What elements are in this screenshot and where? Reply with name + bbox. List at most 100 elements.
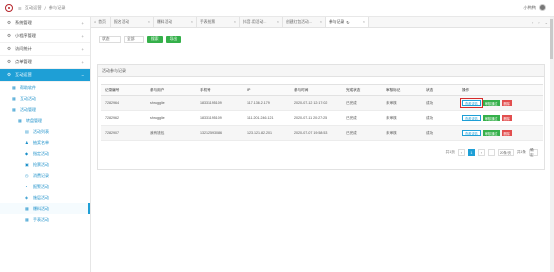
- export-button[interactable]: 导出: [165, 36, 182, 43]
- col-header: 完成状态: [342, 84, 382, 96]
- prev-page-button[interactable]: ‹: [457, 149, 465, 156]
- app-logo: [0, 0, 18, 16]
- breadcrumb-item[interactable]: 互动运营: [25, 5, 42, 11]
- col-header: 操作: [458, 84, 543, 96]
- close-icon[interactable]: ×: [277, 20, 279, 24]
- tag-icon: ◆: [25, 151, 29, 156]
- records-panel: 活动参与记录 记录编号 参与用户 手机号 IP 参与时间 完成状态 审核标记 状…: [97, 64, 545, 170]
- gear-icon: ⚙: [7, 33, 12, 38]
- total-pages: 共1页: [445, 150, 455, 154]
- approve-button[interactable]: 审核通过: [482, 100, 500, 106]
- tab-douyin[interactable]: 抖音-用活动... ×: [240, 17, 283, 27]
- home-icon: ⌂: [94, 20, 97, 24]
- sidebar-sub-manage[interactable]: ▦ 活动管理: [0, 104, 90, 115]
- top-bar: ☰ 互动运营 / 参与记录 小鸭鸭: [0, 0, 554, 17]
- panel-title: 活动参与记录: [98, 65, 544, 77]
- grid-icon: ▦: [12, 85, 16, 90]
- username: 小鸭鸭: [523, 4, 536, 10]
- sidebar-sub-draw[interactable]: ♟ 抽奖名单: [0, 137, 90, 148]
- close-icon[interactable]: ×: [234, 20, 236, 24]
- col-header: 参与用户: [146, 84, 196, 96]
- table-row: 7282962 shrugglie 18331195109 111.201.246.1…: [101, 110, 543, 126]
- go-button[interactable]: 确定: [529, 148, 538, 157]
- delete-button[interactable]: 删除: [501, 100, 512, 106]
- page-button[interactable]: 1: [467, 149, 475, 156]
- grid-icon: ▦: [25, 217, 29, 222]
- sidebar-item-miniapp[interactable]: ⚙ 小程序管理 +: [0, 30, 90, 43]
- chevron-right-icon[interactable]: ›: [538, 20, 539, 25]
- plus-icon: +: [81, 59, 84, 65]
- sidebar-sub-layer[interactable]: ◈ 施层活动: [0, 192, 90, 203]
- search-button[interactable]: 搜索: [147, 36, 163, 43]
- delete-button[interactable]: 删除: [501, 130, 512, 136]
- close-icon[interactable]: ×: [320, 20, 322, 24]
- user-icon: ♟: [25, 140, 29, 145]
- view-detail-button[interactable]: 查看详情: [460, 98, 483, 108]
- bell-icon: ◔: [25, 184, 28, 189]
- approve-button[interactable]: 审核通过: [482, 130, 500, 136]
- total-count: 共1条: [516, 150, 526, 154]
- view-detail-button[interactable]: 查看详情: [462, 130, 481, 136]
- sidebar-item-stats[interactable]: ⚙ 访问统计 +: [0, 43, 90, 56]
- list-icon: ▤: [25, 129, 29, 134]
- tab-bar: ⌂ 首页 报名活动 × 爆料活动 × 手表抢票 × 抖音-用活动... × 创建红包活动.…: [91, 17, 554, 28]
- next-page-button[interactable]: ›: [477, 149, 485, 156]
- close-icon[interactable]: ×: [148, 20, 150, 24]
- page-jump-input[interactable]: [487, 149, 495, 156]
- tab-signup[interactable]: 报名活动 ×: [111, 17, 154, 27]
- table-row: 7282907 我有钱包 13212593086 123.121.82.201 2020…: [101, 125, 543, 141]
- col-header: 审核标记: [382, 84, 422, 96]
- tab-records[interactable]: 参与记录 ↻ ×: [326, 17, 369, 27]
- sidebar-sub-reveal[interactable]: ▦ 爆料活动: [0, 203, 90, 214]
- scrollbar[interactable]: [550, 17, 554, 272]
- tab-watch[interactable]: 手表抢票 ×: [197, 17, 240, 27]
- minus-icon: −: [81, 72, 84, 78]
- ticket-icon: ▣: [25, 162, 29, 167]
- delete-button[interactable]: 删除: [501, 115, 512, 121]
- grid-icon: ▦: [12, 96, 16, 101]
- approve-button[interactable]: 审核通过: [482, 115, 500, 121]
- col-header: 记录编号: [101, 84, 146, 96]
- pagination: 共1页 ‹ 1 › 20条/页 共1条 确定: [445, 148, 538, 157]
- grid-icon: ▦: [25, 206, 29, 211]
- table-row: 7282964 shrugglie 18331195109 117.136.2.179…: [101, 95, 543, 111]
- sidebar-sub-consume[interactable]: ◷ 消费记录: [0, 170, 90, 181]
- sidebar-sub-activity[interactable]: ▦ 互动活动: [0, 93, 90, 104]
- close-icon[interactable]: ×: [191, 20, 193, 24]
- sidebar-sub-watch[interactable]: ▦ 手表活动: [0, 214, 90, 225]
- status-value-select[interactable]: 全部: [124, 36, 144, 43]
- sidebar-sub-assign[interactable]: ◆ 指定活动: [0, 148, 90, 159]
- avatar[interactable]: [539, 4, 546, 11]
- gear-icon: ⚙: [7, 59, 12, 64]
- sidebar-sub-wheel[interactable]: ▦ 转盘管理: [0, 115, 90, 126]
- user-menu[interactable]: 小鸭鸭: [523, 4, 546, 11]
- status-select[interactable]: 状态: [99, 36, 121, 43]
- close-icon[interactable]: ×: [363, 20, 365, 24]
- sidebar: ⚙ 系统管理 + ⚙ 小程序管理 + ⚙ 访问统计 + ⚙ 点单管理 + ⚙ 互动运营 − ▦ 帮助软…: [0, 17, 91, 272]
- col-header: 手机号: [196, 84, 243, 96]
- tab-home[interactable]: ⌂ 首页: [91, 17, 111, 27]
- page-size-select[interactable]: 20条/页: [497, 149, 514, 156]
- sidebar-item-orders[interactable]: ⚙ 点单管理 +: [0, 56, 90, 69]
- plus-icon: +: [81, 46, 84, 52]
- chevron-left-icon[interactable]: ‹: [532, 20, 533, 25]
- gear-icon: ⚙: [7, 20, 12, 25]
- sidebar-item-interactive[interactable]: ⚙ 互动运营 −: [0, 69, 90, 82]
- home-icon[interactable]: ☰: [18, 6, 22, 11]
- clock-icon: ◷: [25, 173, 29, 178]
- refresh-icon[interactable]: ↻: [346, 20, 349, 25]
- tab-redpacket[interactable]: 创建红包活动... ×: [283, 17, 326, 27]
- sidebar-sub-tickets[interactable]: ▣ 抢票活动: [0, 159, 90, 170]
- chevron-down-icon[interactable]: ⌄: [545, 20, 548, 25]
- plus-icon: +: [81, 20, 84, 26]
- sidebar-sub-list[interactable]: ▤ 活动列表: [0, 126, 90, 137]
- gear-icon: ⚙: [7, 72, 12, 77]
- tab-reveal[interactable]: 爆料活动 ×: [154, 17, 197, 27]
- view-detail-button[interactable]: 查看详情: [462, 115, 481, 121]
- sidebar-sub-alert[interactable]: ◔ 报警活动: [0, 181, 90, 192]
- sidebar-item-system[interactable]: ⚙ 系统管理 +: [0, 17, 90, 30]
- filter-bar: 状态 全部 搜索 导出: [99, 36, 182, 43]
- sidebar-sub-help[interactable]: ▦ 帮助软件: [0, 82, 90, 93]
- col-header: 状态: [422, 84, 458, 96]
- plus-icon: +: [81, 33, 84, 39]
